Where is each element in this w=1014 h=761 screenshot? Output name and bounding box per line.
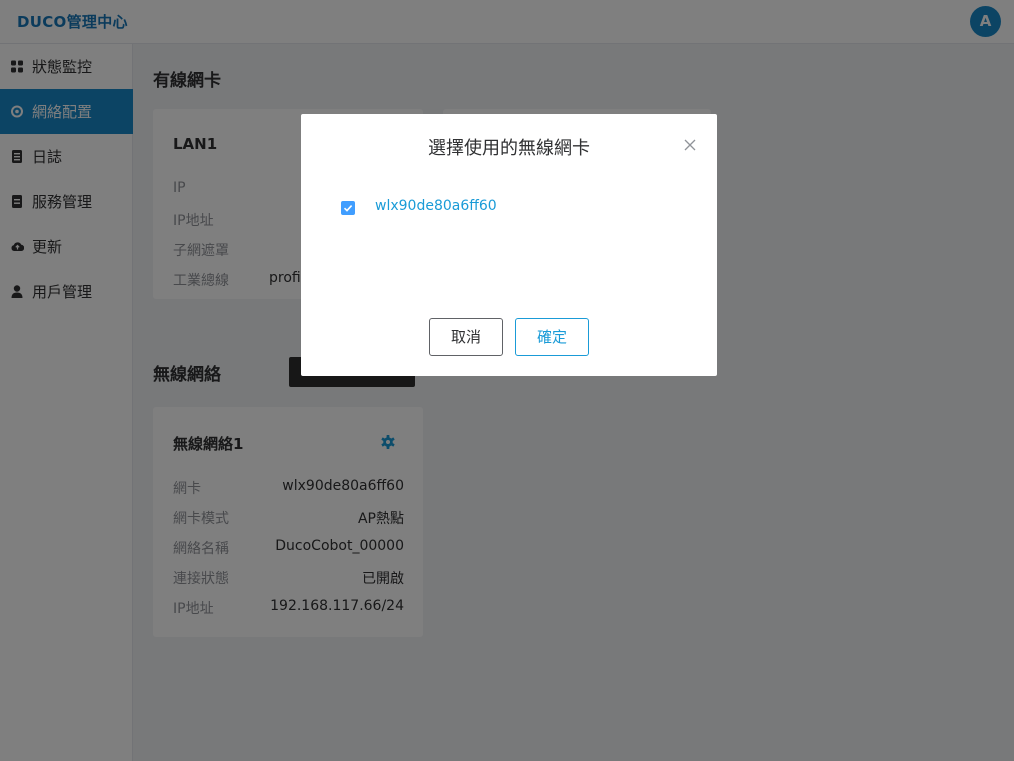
option-label[interactable]: wlx90de80a6ff60 bbox=[375, 198, 497, 214]
cancel-button[interactable]: 取消 bbox=[429, 318, 503, 356]
confirm-button[interactable]: 確定 bbox=[515, 318, 589, 356]
checkmark-icon bbox=[343, 205, 353, 212]
dialog-title: 選擇使用的無線網卡 bbox=[428, 138, 590, 159]
close-icon[interactable] bbox=[683, 138, 697, 152]
option-checkbox[interactable] bbox=[341, 201, 355, 215]
select-wireless-card-dialog: 選擇使用的無線網卡 wlx90de80a6ff60 取消 確定 bbox=[301, 114, 717, 376]
